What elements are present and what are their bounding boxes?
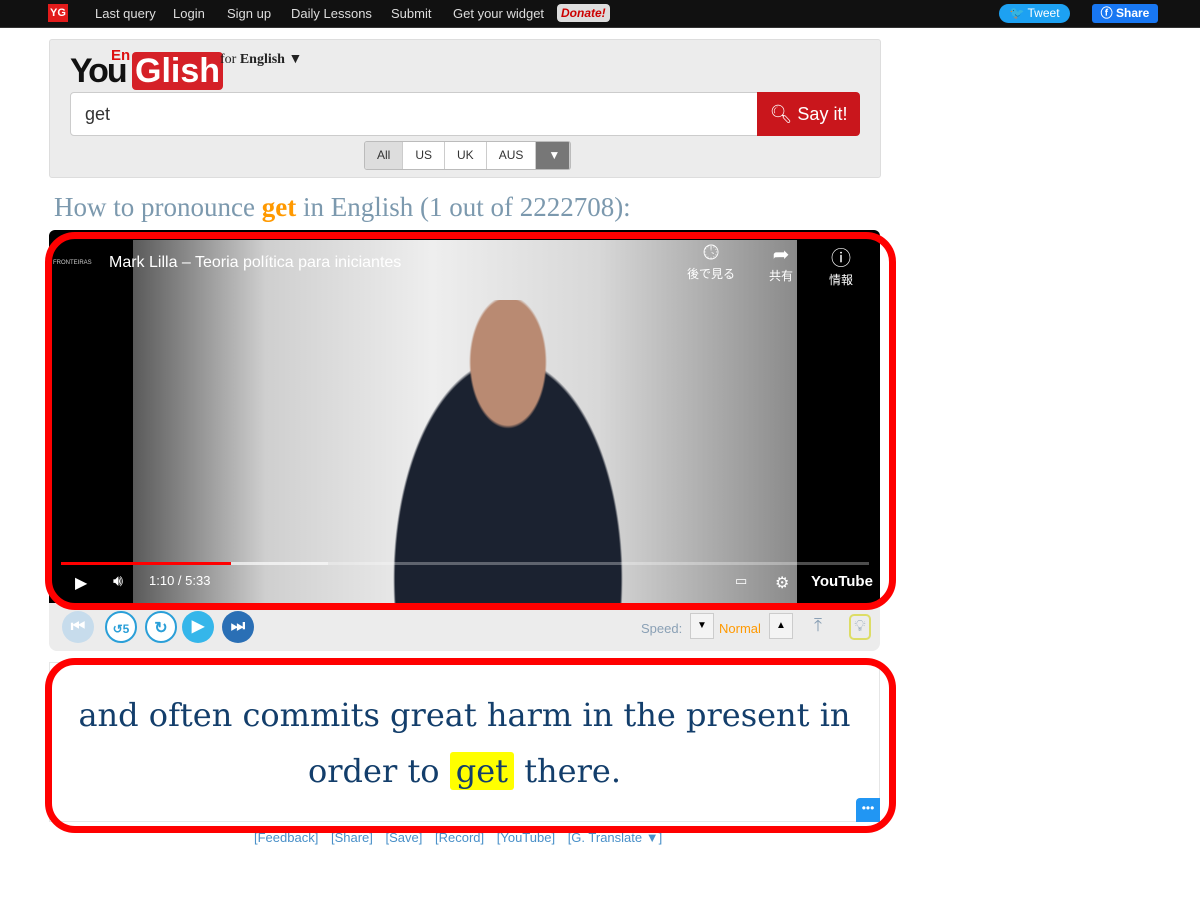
title-keyword: get — [261, 192, 297, 222]
play-icon[interactable]: ▶ — [75, 573, 87, 593]
watch-later-label: 後で見る — [686, 267, 735, 281]
youtube-logo[interactable]: YouTube — [811, 573, 873, 590]
caption-box: and often commits great harm in the pres… — [49, 662, 880, 822]
nav-login[interactable]: Login — [173, 6, 205, 21]
repeat-icon[interactable]: ↻ — [145, 611, 177, 643]
feedback-link[interactable]: [Feedback] — [254, 830, 318, 845]
say-it-button[interactable]: 🔍︎ Say it! — [757, 92, 860, 136]
save-link[interactable]: [Save] — [386, 830, 423, 845]
volume-icon[interactable]: 🔊︎ — [113, 573, 123, 591]
channel-logo: FRONTEIRAS — [53, 260, 92, 266]
accent-filter: All US UK AUS ▼ — [364, 141, 572, 170]
nav-daily-lessons[interactable]: Daily Lessons — [291, 6, 372, 21]
speed-label: Speed: — [641, 621, 683, 636]
say-it-label: Say it! — [797, 104, 848, 124]
watch-later-button[interactable]: 🕓︎ 後で見る — [686, 242, 736, 282]
facebook-share-button[interactable]: ⓕ Share — [1092, 4, 1158, 23]
clock-icon: 🕓︎ — [703, 242, 719, 264]
info-icon: ⓘ — [831, 248, 851, 270]
video-title[interactable]: Mark Lilla – Teoria política para inicia… — [109, 254, 401, 272]
nav-submit[interactable]: Submit — [391, 6, 431, 21]
previous-icon[interactable]: ⏮ — [62, 611, 94, 643]
caption-text-after: there. — [524, 752, 621, 790]
caption-keyword[interactable]: get — [449, 752, 515, 790]
for-label: for — [220, 52, 237, 67]
search-input[interactable]: get — [70, 92, 758, 136]
video-frame — [133, 240, 797, 603]
share-label: Share — [1115, 6, 1150, 20]
share-link[interactable]: [Share] — [331, 830, 373, 845]
language-label: English ▼ — [239, 52, 303, 67]
time-display: 1:10 / 5:33 — [149, 573, 211, 588]
video-share-label: 共有 — [768, 269, 793, 283]
scroll-top-icon[interactable]: ⤒ — [814, 615, 822, 636]
subtitles-icon[interactable]: ▭ — [735, 573, 747, 589]
title-post: in English (1 out of 2222708): — [302, 192, 631, 222]
speed-down-button[interactable]: ▼ — [690, 613, 714, 639]
video-share-button[interactable]: ➦ 共有 — [756, 242, 806, 284]
play-next-icon[interactable]: ▶ — [182, 611, 214, 643]
tweet-label: Tweet — [1027, 6, 1060, 20]
page-title: How to pronounce get in English (1 out o… — [54, 192, 631, 223]
settings-gear-icon[interactable]: ⚙ — [775, 573, 789, 593]
tweet-button[interactable]: 🐦 Tweet — [999, 4, 1070, 23]
title-pre: How to pronounce — [54, 192, 255, 222]
lightbulb-icon[interactable]: 💡︎ — [849, 614, 871, 640]
speed-value: Normal — [719, 621, 761, 636]
speed-up-button[interactable]: ▲ — [769, 613, 793, 639]
progress-bar[interactable] — [61, 562, 869, 565]
next-icon[interactable]: ⏭ — [222, 611, 254, 643]
video-player[interactable]: FRONTEIRAS Mark Lilla – Teoria política … — [49, 230, 880, 603]
share-arrow-icon: ➦ — [772, 244, 790, 266]
accent-dropdown-icon[interactable]: ▼ — [536, 142, 571, 169]
nav-sign-up[interactable]: Sign up — [227, 6, 271, 21]
info-label: 情報 — [828, 273, 853, 287]
info-button[interactable]: ⓘ 情報 — [816, 242, 866, 288]
accent-uk[interactable]: UK — [445, 142, 487, 169]
action-links: [Feedback] [Share] [Save] [Record] [YouT… — [254, 830, 671, 845]
translate-link[interactable]: [G. Translate ▼] — [568, 830, 663, 845]
replay-5-icon[interactable]: ↺5 — [105, 611, 137, 643]
nav-widget[interactable]: Get your widget — [453, 6, 544, 21]
nav-last-query[interactable]: Last query — [95, 6, 156, 21]
accent-us[interactable]: US — [403, 142, 446, 169]
record-link[interactable]: [Record] — [435, 830, 484, 845]
donate-button[interactable]: Donate! — [557, 4, 610, 22]
logo-glish[interactable]: Glish — [132, 52, 224, 90]
top-nav-bar: YG Last query Login Sign up Daily Lesson… — [0, 0, 1200, 28]
yg-logo[interactable]: YG — [48, 4, 68, 22]
playback-controls: ⏮ ↺5 ↻ ▶ ⏭ Speed: ▼ Normal ▲ ⤒ 💡︎ — [49, 603, 880, 651]
search-icon: 🔍︎ — [769, 104, 793, 124]
accent-aus[interactable]: AUS — [486, 142, 537, 169]
more-options-icon[interactable]: ••• — [856, 798, 880, 822]
language-selector[interactable]: for English ▼ — [220, 52, 302, 68]
logo-en: En — [111, 47, 131, 64]
youtube-link[interactable]: [YouTube] — [497, 830, 555, 845]
played-bar — [61, 562, 231, 565]
accent-all[interactable]: All — [365, 142, 404, 169]
speaker-image — [363, 300, 653, 603]
